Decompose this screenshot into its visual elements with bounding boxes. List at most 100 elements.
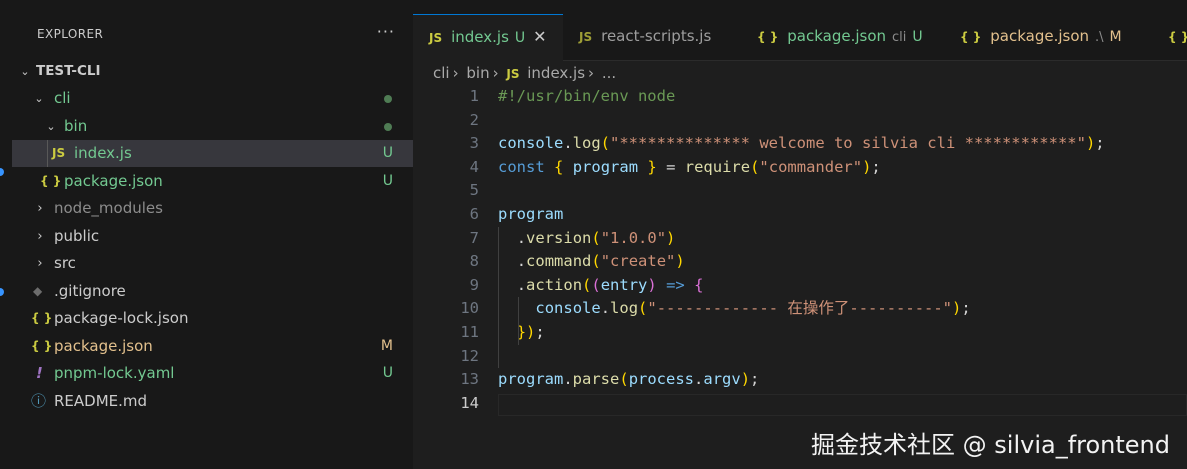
code-text: const { program } = require("commander")… (498, 157, 881, 176)
tab-overflow[interactable]: { } (1152, 14, 1187, 60)
tree-item-readme-md[interactable]: ⓘ README.md (12, 388, 413, 415)
json-file-icon: { } (31, 339, 53, 353)
tree-item-label: package.json (54, 337, 153, 355)
json-file-icon: { } (40, 174, 62, 188)
code-line[interactable]: 13 program.parse(process.argv); (413, 368, 1187, 392)
breadcrumb-item[interactable]: index.js (527, 64, 585, 82)
tree-item-gitignore[interactable]: ◆ .gitignore (12, 278, 413, 305)
tree-item-label: .gitignore (54, 282, 126, 300)
code-line[interactable]: 8 .command("create") (413, 250, 1187, 274)
tree-item-label: pnpm-lock.yaml (54, 364, 175, 382)
tab-package-json-root[interactable]: { } package.json .\ M (944, 14, 1153, 60)
line-number: 8 (469, 252, 479, 271)
watermark: 掘金技术社区 @ silvia_frontend (811, 431, 1170, 459)
tab-package-json-cli[interactable]: { } package.json cli U (741, 14, 945, 60)
code-text: }); (516, 323, 545, 341)
code-line[interactable]: 12 (413, 345, 1187, 369)
code-text: program (498, 205, 564, 223)
chevron-down-icon: ⌄ (20, 65, 30, 78)
tree-item-index-js[interactable]: JS index.js U (12, 140, 413, 167)
line-number: 9 (469, 275, 479, 294)
code-line[interactable]: 2 (413, 109, 1187, 133)
code-text: console.log("************** welcome to s… (498, 134, 1105, 153)
tree-item-label: package-lock.json (54, 309, 189, 327)
indent-guide (47, 140, 48, 167)
indent-guide (518, 297, 519, 345)
line-number: 6 (469, 205, 479, 223)
indent-guide (498, 226, 499, 369)
chevron-right-icon: › (492, 64, 499, 82)
code-text: program.parse(process.argv); (498, 370, 760, 389)
tree-item-label: node_modules (54, 199, 163, 217)
line-number: 14 (460, 393, 479, 412)
tree-item-package-lock-json[interactable]: { } package-lock.json (12, 305, 413, 332)
activity-bar (0, 0, 12, 469)
js-file-icon: JS (506, 67, 520, 81)
tree-item-label: cli (54, 89, 71, 107)
tree-item-cli[interactable]: ⌄ cli (12, 85, 413, 112)
code-text: .version("1.0.0") (516, 228, 676, 247)
code-line[interactable]: 11 }); (413, 321, 1187, 345)
tree-item-node-modules[interactable]: › node_modules (12, 195, 413, 222)
git-file-icon: ◆ (33, 284, 43, 298)
git-status-badge: U (382, 365, 393, 381)
tab-bar: JS index.js U ✕ JS react-scripts.js { } packa… (413, 0, 1187, 61)
code-line[interactable]: 4 const { program } = require("commander"… (413, 156, 1187, 180)
breadcrumb-item[interactable]: ... (602, 64, 616, 82)
code-text: #!/usr/bin/env node (498, 87, 676, 105)
code-line[interactable]: 1 #!/usr/bin/env node (413, 85, 1187, 109)
tree-item-package-json-root[interactable]: { } package.json M (12, 333, 413, 360)
modified-dot-icon (384, 95, 392, 103)
tree-item-pnpm-lock-yaml[interactable]: ! pnpm-lock.yaml U (12, 360, 413, 387)
tree-root-test-cli[interactable]: ⌄ TEST-CLI (12, 58, 413, 85)
tab-label: package.json (787, 27, 887, 45)
code-text: .action((entry) => { (516, 275, 704, 294)
js-file-icon: JS (429, 31, 443, 45)
code-line[interactable]: 9 .action((entry) => { (413, 274, 1187, 298)
close-icon[interactable]: ✕ (533, 27, 546, 46)
code-line[interactable]: 5 (413, 179, 1187, 203)
tab-react-scripts-js[interactable]: JS react-scripts.js (563, 14, 742, 60)
chevron-right-icon: › (452, 64, 459, 82)
tab-label: react-scripts.js (601, 27, 712, 45)
line-number: 10 (460, 299, 479, 318)
editor-pane: JS index.js U ✕ JS react-scripts.js { } packa… (413, 0, 1187, 469)
code-editor[interactable]: 1 #!/usr/bin/env node 2 3 console.log("*****… (413, 84, 1187, 469)
code-line[interactable]: 6 program (413, 203, 1187, 227)
tree-item-package-json[interactable]: { } package.json U (12, 168, 413, 195)
tree-item-public[interactable]: › public (12, 223, 413, 250)
code-line[interactable]: 10 console.log("------------- 在操作了------… (413, 297, 1187, 321)
yaml-file-icon: ! (36, 364, 43, 382)
breadcrumb-item[interactable]: bin (466, 64, 489, 82)
tab-description: cli (892, 30, 907, 45)
line-number: 12 (460, 346, 479, 365)
tab-index-js[interactable]: JS index.js U ✕ (413, 14, 564, 61)
chevron-down-icon: ⌄ (34, 92, 44, 105)
code-line[interactable]: 7 .version("1.0.0") (413, 227, 1187, 251)
code-line[interactable]: 14 (413, 392, 1187, 416)
tree-item-src[interactable]: › src (12, 250, 413, 277)
tree-item-label: bin (64, 117, 88, 135)
code-line[interactable]: 3 console.log("************** welcome to … (413, 132, 1187, 156)
modified-dot-icon (384, 123, 392, 131)
tree-item-label: public (54, 227, 100, 245)
git-status-badge: U (382, 145, 393, 161)
chevron-right-icon: › (37, 229, 43, 244)
json-file-icon: { } (1168, 30, 1187, 44)
tree-item-label: README.md (54, 392, 148, 410)
git-status-badge: M (1109, 29, 1122, 45)
explorer-sidebar: EXPLORER ··· ⌄ TEST-CLI ⌄ cli ⌄ bin JS i… (12, 0, 413, 469)
json-file-icon: { } (757, 30, 779, 44)
chevron-right-icon: › (37, 256, 43, 271)
breadcrumb-item[interactable]: cli (433, 64, 450, 82)
more-actions-icon[interactable]: ··· (377, 22, 395, 41)
git-status-badge: U (514, 30, 526, 46)
js-file-icon: JS (579, 30, 593, 44)
git-status-badge: U (912, 29, 923, 45)
chevron-down-icon: ⌄ (46, 120, 56, 133)
explorer-title: EXPLORER (37, 27, 104, 41)
line-number: 3 (469, 134, 479, 153)
tree-item-bin[interactable]: ⌄ bin (12, 113, 413, 140)
chevron-right-icon: › (37, 201, 43, 216)
line-number: 11 (460, 323, 479, 341)
